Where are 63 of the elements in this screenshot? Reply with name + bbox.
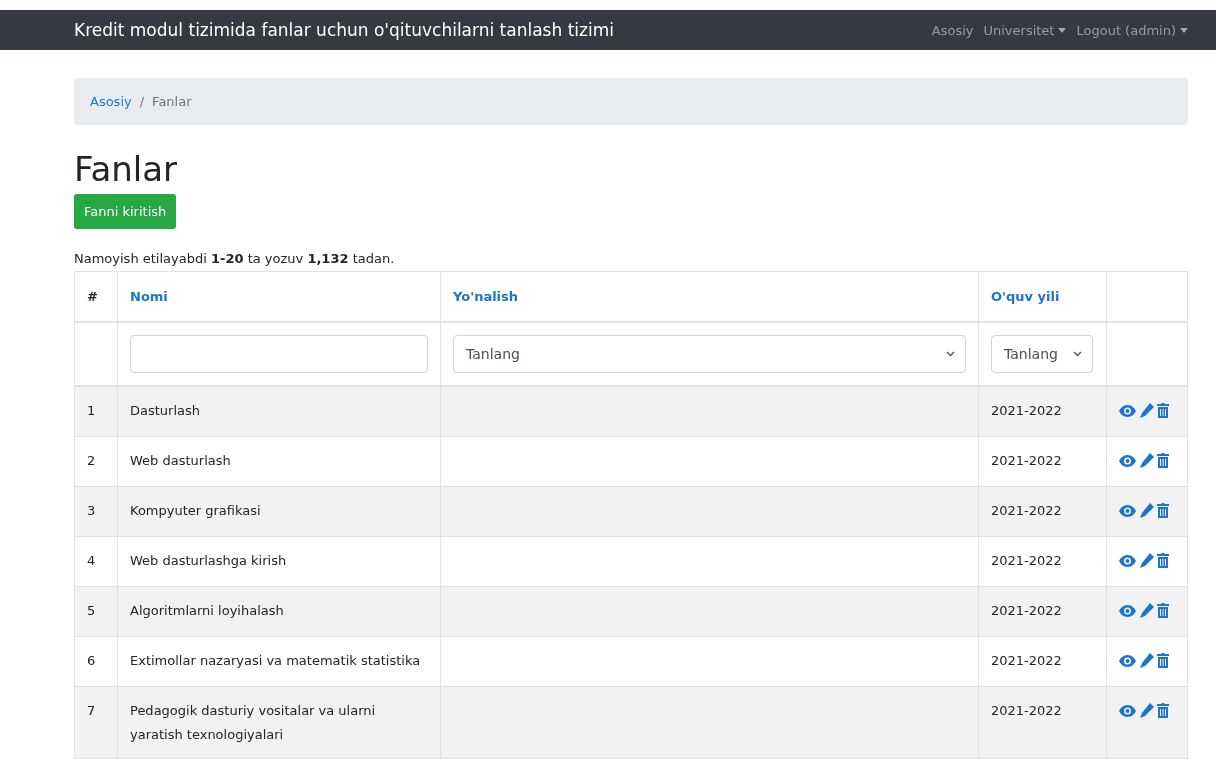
add-button[interactable]: Fanni kiritish	[74, 194, 177, 230]
row-number: 1	[87, 403, 96, 419]
view-icon[interactable]	[1119, 554, 1136, 567]
academic-year: 2021-2022	[991, 703, 1062, 719]
column-header: #	[87, 289, 98, 305]
row-number: 4	[87, 553, 96, 569]
delete-icon[interactable]	[1157, 553, 1169, 569]
breadcrumb-separator: /	[139, 94, 145, 109]
delete-icon[interactable]	[1157, 453, 1169, 469]
subject-name: Kompyuter grafikasi	[130, 503, 261, 519]
edit-icon[interactable]	[1139, 403, 1154, 419]
academic-year: 2021-2022	[991, 403, 1062, 419]
subject-name: Extimollar nazaryasi va matematik statistika	[130, 653, 421, 669]
view-icon[interactable]	[1119, 604, 1136, 617]
academic-year: 2021-2022	[991, 503, 1062, 519]
row-number: 7	[87, 703, 96, 719]
chevron-icon	[946, 351, 955, 358]
caret-icon	[1180, 27, 1188, 33]
academic-year: 2021-2022	[991, 603, 1062, 619]
academic-year: 2021-2022	[991, 553, 1062, 569]
delete-icon[interactable]	[1157, 603, 1169, 619]
subject-name: Pedagogik dasturiy vositalar va ularni yaratish texnologiyalari	[130, 703, 376, 742]
column-header[interactable]: Yo'nalish	[453, 289, 519, 305]
nav-link[interactable]: Logout (admin)	[1076, 22, 1188, 38]
view-icon[interactable]	[1119, 704, 1136, 717]
brand-title[interactable]: Kredit modul tizimida fanlar uchun o'qituvchilarni tanlash tizimi	[74, 20, 614, 40]
view-icon[interactable]	[1119, 504, 1136, 517]
row-number: 3	[87, 503, 96, 519]
view-icon[interactable]	[1119, 404, 1136, 417]
direction-select[interactable]: Tanlang	[453, 335, 966, 374]
caret-icon	[1058, 27, 1067, 33]
nav-link[interactable]: Universitet	[983, 22, 1067, 38]
row-number: 6	[87, 653, 96, 669]
name-filter-field[interactable]	[130, 335, 428, 374]
breadcrumb-link[interactable]: Asosiy	[90, 94, 132, 109]
edit-icon[interactable]	[1139, 503, 1154, 519]
delete-icon[interactable]	[1157, 403, 1169, 419]
subject-name: Algoritmlarni loyihalash	[130, 603, 284, 619]
delete-icon[interactable]	[1157, 503, 1169, 519]
nav-link[interactable]: Asosiy	[931, 22, 974, 38]
breadcrumb-current: Fanlar	[152, 94, 192, 109]
edit-icon[interactable]	[1139, 703, 1154, 719]
subject-name: Dasturlash	[130, 403, 201, 419]
view-icon[interactable]	[1119, 654, 1136, 667]
summary-text: Namoyish etilayabdi 1-20 ta yozuv 1,132 tadan.	[74, 251, 396, 269]
column-header[interactable]: O'quv yili	[991, 289, 1060, 305]
subject-name: Web dasturlash	[130, 453, 231, 469]
edit-icon[interactable]	[1139, 653, 1154, 669]
row-number: 5	[87, 603, 96, 619]
edit-icon[interactable]	[1139, 603, 1154, 619]
edit-icon[interactable]	[1139, 553, 1154, 569]
chevron-icon	[1073, 351, 1082, 358]
year-select[interactable]: Tanlang	[991, 335, 1093, 374]
delete-icon[interactable]	[1157, 703, 1169, 719]
column-header[interactable]: Nomi	[130, 289, 168, 305]
delete-icon[interactable]	[1157, 653, 1169, 669]
view-icon[interactable]	[1119, 454, 1136, 467]
academic-year: 2021-2022	[991, 453, 1062, 469]
row-number: 2	[87, 453, 96, 469]
edit-icon[interactable]	[1139, 453, 1154, 469]
subject-name: Web dasturlashga kirish	[130, 553, 287, 569]
academic-year: 2021-2022	[991, 653, 1062, 669]
page-heading: Fanlar	[74, 151, 179, 189]
